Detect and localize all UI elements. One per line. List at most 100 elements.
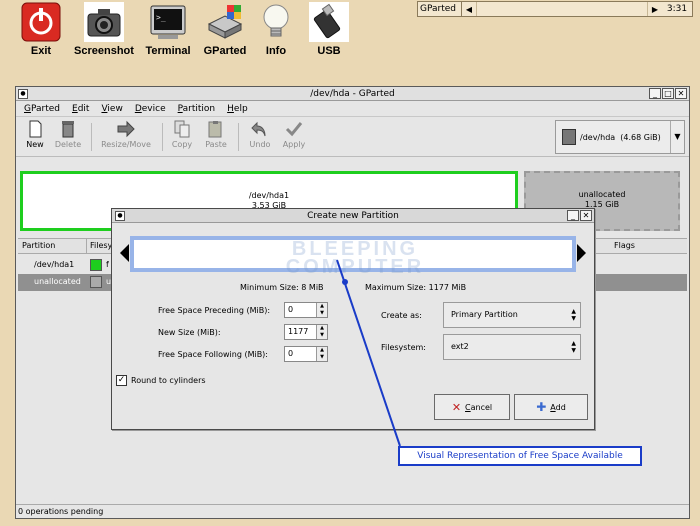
new-button[interactable]: New [20, 120, 50, 149]
window-menu-icon[interactable]: ● [18, 89, 28, 99]
apply-button[interactable]: Apply [280, 120, 308, 149]
filesystem-select[interactable]: ext2 ▲ ▼ [443, 334, 581, 360]
minimize-icon[interactable]: _ [567, 210, 579, 221]
new-size-label: New Size (MiB): [158, 328, 221, 337]
row-filesystem: f [106, 260, 109, 269]
round-to-cylinders-label: Round to cylinders [131, 376, 206, 385]
gparted-icon [205, 2, 245, 42]
menubar: GParted Edit View Device Partition Help [16, 101, 689, 117]
filesystem-value: ext2 [451, 342, 469, 351]
svg-text:>_: >_ [156, 13, 166, 22]
toolbar-separator [162, 123, 163, 151]
resize-arrow-icon [115, 120, 137, 138]
toolbar: New Delete Resize/Move Copy Paste Undo A… [16, 117, 689, 157]
partition-name: unallocated [578, 190, 626, 199]
close-icon[interactable]: ✕ [675, 88, 687, 99]
filesystem-label: Filesystem: [381, 343, 427, 352]
menu-partition[interactable]: Partition [178, 104, 216, 114]
taskbar-task-gparted[interactable]: GParted [418, 2, 462, 16]
undo-button[interactable]: Undo [246, 120, 274, 149]
window-title: /dev/hda - GParted [310, 89, 395, 99]
spinner-arrows-icon[interactable]: ▲ ▼ [316, 303, 327, 317]
create-as-value: Primary Partition [451, 310, 518, 319]
launcher-screenshot[interactable]: Screenshot [68, 2, 140, 57]
harddisk-icon [562, 129, 576, 145]
new-size-spinner[interactable]: 1177 ▲ ▼ [284, 324, 328, 340]
column-flags[interactable]: Flags [614, 241, 635, 250]
toolbar-separator [91, 123, 92, 151]
device-size: (4.68 GiB) [620, 132, 661, 142]
paste-button[interactable]: Paste [201, 120, 231, 149]
new-size-value: 1177 [288, 327, 309, 336]
terminal-icon: >_ [148, 2, 188, 42]
cancel-button[interactable]: ✕ Cancel [434, 394, 510, 420]
chevron-down-icon: ▼ [670, 121, 684, 153]
free-following-spinner[interactable]: 0 ▲ ▼ [284, 346, 328, 362]
add-label: Add [550, 402, 566, 412]
column-partition[interactable]: Partition [22, 241, 55, 250]
resize-move-button[interactable]: Resize/Move [98, 120, 154, 149]
scroll-right-icon[interactable]: ▶ [648, 5, 662, 14]
create-as-label: Create as: [381, 311, 422, 320]
cancel-label: Cancel [465, 402, 493, 412]
menu-edit[interactable]: Edit [72, 104, 89, 114]
usb-icon [309, 2, 349, 42]
device-selector[interactable]: /dev/hda (4.68 GiB) ▼ [555, 120, 685, 154]
copy-label: Copy [171, 140, 193, 149]
camera-icon [84, 2, 124, 42]
max-size-label: Maximum Size: 1177 MiB [365, 283, 467, 292]
add-button[interactable]: ✚ Add [514, 394, 588, 420]
clock: 3:31 [666, 4, 688, 14]
status-bar: 0 operations pending [16, 504, 689, 518]
lightbulb-icon [256, 2, 296, 42]
new-document-icon [24, 120, 46, 138]
copy-button[interactable]: Copy [168, 120, 196, 149]
copy-icon [171, 120, 193, 138]
menu-view[interactable]: View [101, 104, 122, 114]
delete-button[interactable]: Delete [52, 120, 84, 149]
create-partition-dialog: ● Create new Partition _ ✕ BLEEPING COMP… [111, 208, 595, 430]
resize-right-arrow-icon[interactable] [577, 244, 586, 262]
free-preceding-label: Free Space Preceding (MiB): [158, 306, 271, 315]
column-divider [86, 239, 87, 253]
add-plus-icon: ✚ [536, 400, 547, 414]
row-partition: unallocated [34, 277, 81, 286]
partition-name: /dev/hda1 [248, 191, 290, 200]
close-icon[interactable]: ✕ [580, 210, 592, 221]
callout-annotation: Visual Representation of Free Space Avai… [398, 446, 642, 466]
dialog-title: Create new Partition [307, 211, 399, 221]
min-size-label: Minimum Size: 8 MiB [240, 283, 324, 292]
new-label: New [26, 140, 44, 149]
menu-gparted[interactable]: GParted [24, 104, 60, 114]
delete-label: Delete [54, 140, 82, 149]
dialog-titlebar[interactable]: ● Create new Partition _ ✕ [112, 209, 594, 223]
launcher-label: Exit [30, 45, 52, 57]
free-space-visualizer[interactable] [120, 232, 586, 285]
window-menu-icon[interactable]: ● [115, 211, 125, 221]
apply-label: Apply [282, 140, 306, 149]
menu-help[interactable]: Help [227, 104, 248, 114]
row-partition: /dev/hda1 [34, 260, 75, 269]
launcher-exit[interactable]: Exit [6, 2, 76, 57]
minimize-icon[interactable]: _ [649, 88, 661, 99]
fs-color-swatch [90, 259, 102, 271]
fs-color-swatch [90, 276, 102, 288]
spinner-arrows-icon[interactable]: ▲ ▼ [316, 347, 327, 361]
launcher-label: Screenshot [74, 45, 134, 57]
scroll-left-icon[interactable]: ◀ [462, 5, 476, 14]
resize-left-arrow-icon[interactable] [120, 244, 129, 262]
maximize-icon[interactable]: □ [662, 88, 674, 99]
free-preceding-spinner[interactable]: 0 ▲ ▼ [284, 302, 328, 318]
taskbar-track [476, 2, 648, 16]
launcher-usb[interactable]: USB [294, 2, 364, 57]
window-titlebar[interactable]: ● /dev/hda - GParted _ □ ✕ [16, 87, 689, 101]
menu-device[interactable]: Device [135, 104, 166, 114]
power-icon [21, 2, 61, 42]
round-to-cylinders-checkbox[interactable]: ✓ [116, 375, 127, 386]
spinner-arrows-icon[interactable]: ▲ ▼ [316, 325, 327, 339]
undo-icon [249, 120, 271, 138]
create-as-select[interactable]: Primary Partition ▲ ▼ [443, 302, 581, 328]
checkmark-icon [283, 120, 305, 138]
updown-chevron-icon: ▲ ▼ [571, 340, 576, 354]
partition-size-bar[interactable] [130, 236, 576, 272]
